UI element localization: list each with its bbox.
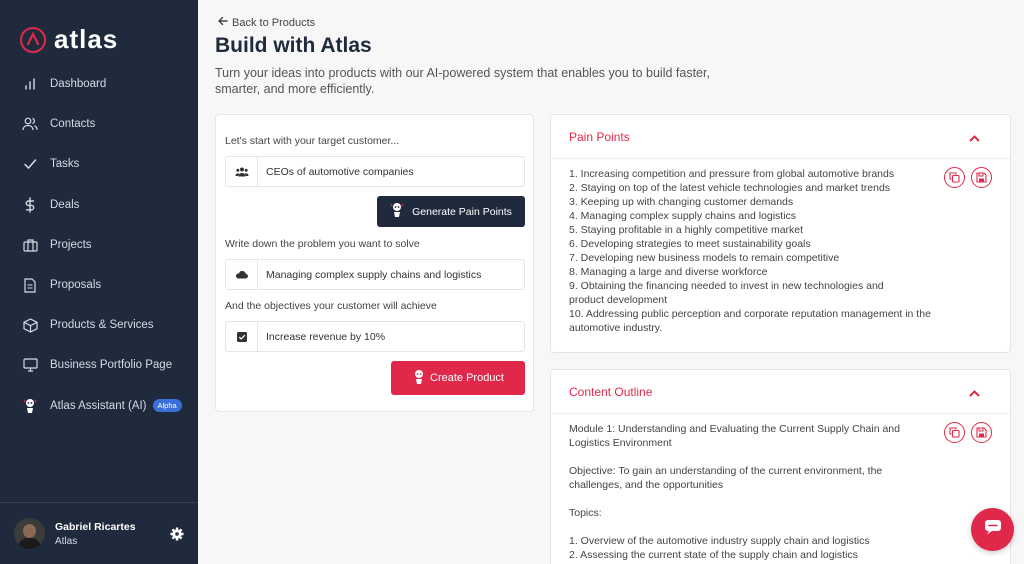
list-item: 2. Staying on top of the latest vehicle …: [569, 182, 891, 194]
content-outline-actions: [944, 422, 992, 443]
list-item: 5. Staying profitable in a highly compet…: [569, 224, 804, 236]
list-item: 7. Developing new business models to rem…: [569, 252, 840, 264]
sidebar-item-label: Business Portfolio Page: [50, 359, 173, 372]
content-outline-card: Content Outline Module 1: Understanding …: [550, 369, 1011, 564]
list-item: 1. Overview of the automotive industry s…: [569, 535, 870, 547]
users-icon: [226, 157, 258, 186]
list-item: 8. Managing a large and diverse workforc…: [569, 266, 768, 278]
arrow-left-icon: [218, 16, 228, 29]
chevron-up-icon[interactable]: [969, 131, 980, 145]
problem-label: Write down the problem you want to solve: [225, 238, 420, 250]
checkbox-icon: [226, 322, 258, 351]
sidebar-item-products-services[interactable]: Products & Services: [0, 305, 198, 345]
logo-icon: [20, 26, 46, 53]
topics-label: Topics:: [569, 507, 602, 519]
create-button-label: Create Product: [430, 372, 504, 384]
objective-field[interactable]: Increase revenue by 10%: [225, 321, 525, 352]
sidebar-item-tasks[interactable]: Tasks: [0, 144, 198, 184]
problem-value: Managing complex supply chains and logis…: [266, 268, 482, 281]
sidebar-item-label: Atlas Assistant (AI): [50, 399, 147, 412]
gear-icon[interactable]: [170, 527, 184, 546]
module-heading: Module 1: Understanding and Evaluating t…: [569, 423, 900, 449]
bar-chart-icon: [22, 76, 38, 92]
generate-pain-points-button[interactable]: Generate Pain Points: [377, 196, 525, 227]
sidebar-item-label: Deals: [50, 198, 80, 211]
chat-icon: [984, 519, 1002, 540]
copy-icon[interactable]: [944, 422, 965, 443]
alpha-badge: Alpha: [152, 399, 182, 413]
content-outline-header[interactable]: Content Outline: [551, 370, 1010, 414]
content-outline-title: Content Outline: [569, 384, 653, 399]
sidebar-item-label: Projects: [50, 238, 92, 251]
user-name: Gabriel Ricartes: [55, 520, 136, 533]
module-objective: Objective: To gain an understanding of t…: [569, 465, 883, 491]
copy-icon[interactable]: [944, 167, 965, 188]
page-subtitle: Turn your ideas into products with our A…: [215, 66, 710, 96]
sidebar-item-label: Contacts: [50, 118, 96, 131]
chevron-up-icon[interactable]: [969, 386, 980, 400]
customer-field[interactable]: CEOs of automotive companies: [225, 156, 525, 187]
save-icon[interactable]: [971, 167, 992, 188]
sidebar-item-dashboard[interactable]: Dashboard: [0, 64, 198, 104]
content-outline-body: Module 1: Understanding and Evaluating t…: [551, 414, 941, 562]
briefcase-icon: [22, 237, 38, 253]
sidebar: atlas Dashboard Contacts Tasks Deals Pro…: [0, 0, 198, 564]
sidebar-item-label: Dashboard: [50, 78, 107, 91]
list-item: 9. Obtaining the financing needed to inv…: [569, 280, 884, 306]
list-item: 3. Keeping up with changing customer dem…: [569, 196, 794, 208]
sidebar-nav: Dashboard Contacts Tasks Deals Projects: [0, 64, 198, 426]
sidebar-item-atlas-assistant[interactable]: Atlas Assistant (AI) Alpha: [0, 386, 198, 426]
list-item: 10. Addressing public perception and cor…: [569, 308, 931, 334]
document-icon: [22, 277, 38, 293]
product-form-card: Let's start with your target customer...…: [215, 114, 534, 412]
customer-label: Let's start with your target customer...: [225, 135, 400, 147]
sidebar-item-contacts[interactable]: Contacts: [0, 104, 198, 144]
pain-points-card: Pain Points 1. Increasing competition an…: [550, 114, 1011, 353]
page-title: Build with Atlas: [215, 34, 372, 57]
robot-icon: [390, 202, 404, 221]
user-org: Atlas: [55, 535, 78, 547]
dollar-icon: [22, 196, 38, 213]
back-to-products-link[interactable]: Back to Products: [218, 16, 315, 29]
logo-text: atlas: [54, 24, 119, 54]
chat-button[interactable]: [971, 508, 1014, 551]
avatar[interactable]: [14, 518, 45, 549]
problem-field[interactable]: Managing complex supply chains and logis…: [225, 259, 525, 290]
users-icon: [22, 116, 38, 132]
robot-icon: [22, 398, 38, 414]
list-item: 6. Developing strategies to meet sustain…: [569, 238, 811, 250]
robot-icon: [412, 369, 426, 388]
monitor-icon: [22, 357, 38, 373]
back-label: Back to Products: [232, 16, 316, 29]
save-icon[interactable]: [971, 422, 992, 443]
cloud-icon: [226, 260, 258, 289]
generate-button-label: Generate Pain Points: [412, 205, 512, 218]
list-item: 2. Assessing the current state of the su…: [569, 549, 858, 561]
pain-points-list: 1. Increasing competition and pressure f…: [551, 159, 941, 335]
sidebar-item-label: Tasks: [50, 158, 80, 171]
sidebar-item-label: Proposals: [50, 279, 102, 292]
list-item: 4. Managing complex supply chains and lo…: [569, 210, 797, 222]
pain-points-title: Pain Points: [569, 129, 630, 144]
create-product-button[interactable]: Create Product: [391, 361, 525, 395]
sidebar-item-projects[interactable]: Projects: [0, 225, 198, 265]
user-profile: Gabriel Ricartes Atlas: [0, 502, 198, 564]
pain-points-actions: [944, 167, 992, 188]
list-item: 1. Increasing competition and pressure f…: [569, 168, 895, 180]
sidebar-item-label: Products & Services: [50, 319, 154, 332]
logo[interactable]: atlas: [20, 24, 118, 55]
pain-points-header[interactable]: Pain Points: [551, 115, 1010, 159]
customer-value: CEOs of automotive companies: [266, 165, 414, 178]
objective-value: Increase revenue by 10%: [266, 330, 386, 343]
sidebar-item-proposals[interactable]: Proposals: [0, 265, 198, 305]
check-icon: [22, 156, 38, 172]
objective-label: And the objectives your customer will ac…: [225, 300, 437, 312]
box-icon: [22, 317, 38, 333]
sidebar-item-business-portfolio[interactable]: Business Portfolio Page: [0, 345, 198, 385]
sidebar-item-deals[interactable]: Deals: [0, 185, 198, 225]
